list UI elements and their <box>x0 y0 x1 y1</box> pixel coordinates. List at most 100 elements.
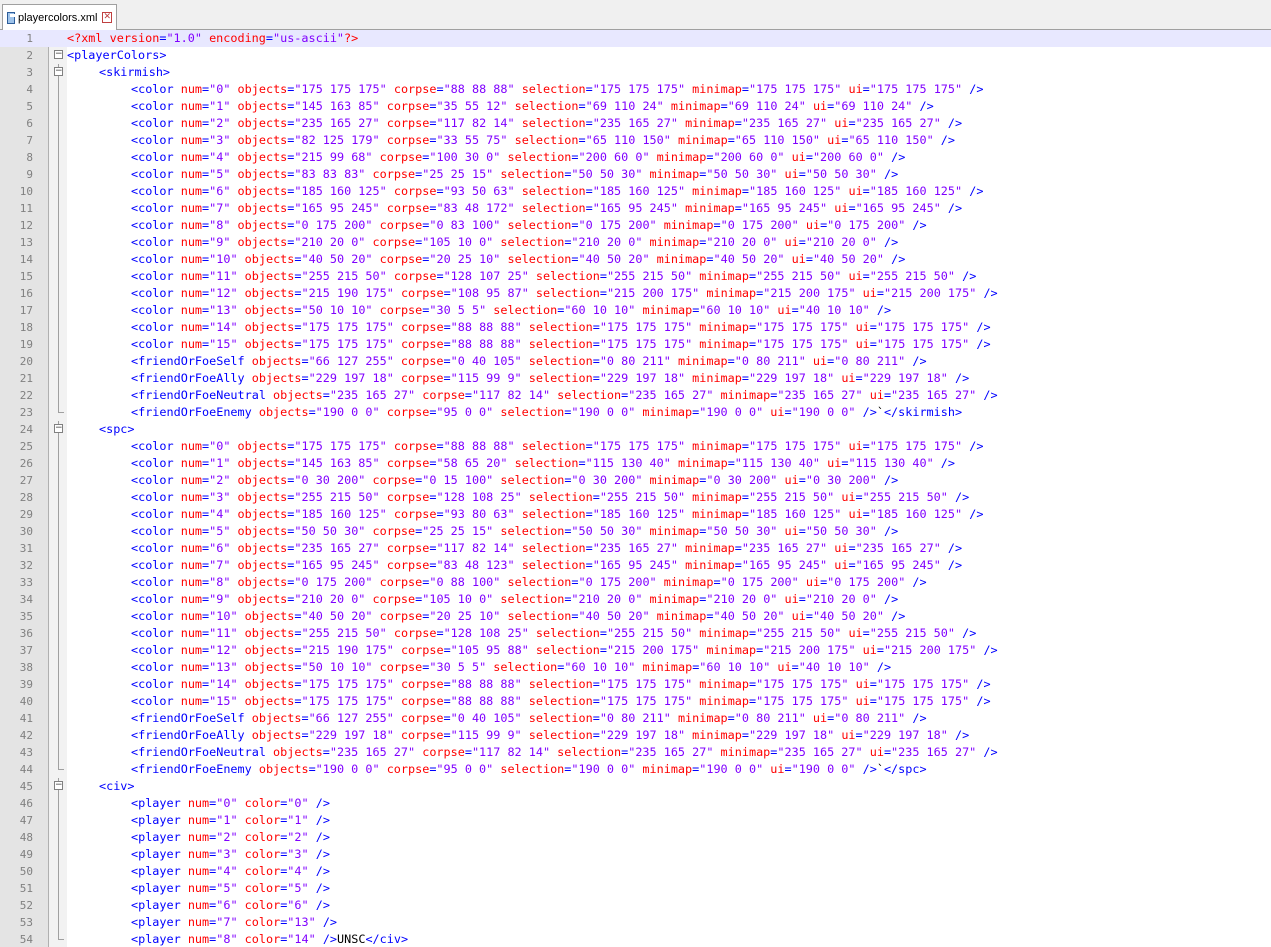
token: "6" <box>216 898 238 912</box>
code-line[interactable]: 21 <friendOrFoeAlly objects="229 197 18" … <box>0 370 1271 387</box>
code-line[interactable]: 44 <friendOrFoeEnemy objects="190 0 0" co… <box>0 761 1271 778</box>
code-line[interactable]: 13 <color num="9" objects="210 20 0" corp… <box>0 234 1271 251</box>
code-line[interactable]: 18 <color num="14" objects="175 175 175" … <box>0 319 1271 336</box>
code-line[interactable]: 5 <color num = "1" objects = "145 163 85" cor… <box>0 98 1271 115</box>
token: selection <box>507 133 579 147</box>
code-line[interactable]: 51 <player num="5" color="5" /> <box>0 880 1271 897</box>
token: corpse <box>379 201 430 215</box>
code-line[interactable]: 9 <color num="5" objects="83 83 83" corps… <box>0 166 1271 183</box>
code-line[interactable]: 4 <color num="0" objects="175 175 175" co… <box>0 81 1271 98</box>
code-line[interactable]: 41 <friendOrFoeSelf objects="66 127 255" … <box>0 710 1271 727</box>
token: "229 197 18" <box>748 371 835 385</box>
code-line[interactable]: 6 <color num="2" objects="235 165 27" cor… <box>0 115 1271 132</box>
code-line[interactable]: 34 <color num="9" objects="210 20 0" corp… <box>0 591 1271 608</box>
token: /> <box>315 932 338 946</box>
code-line[interactable]: 33 <color num="8" objects="0 175 200" cor… <box>0 574 1271 591</box>
token: = <box>436 626 444 640</box>
token: = <box>571 609 579 623</box>
code-line[interactable]: 35 <color num="10" objects="40 50 20" cor… <box>0 608 1271 625</box>
token: minimap <box>649 609 707 623</box>
token: minimap <box>670 711 728 725</box>
code-line[interactable]: 2 − <playerColors> <box>0 47 1271 64</box>
token: = <box>585 116 593 130</box>
code-line[interactable]: 48 <player num="2" color="2" /> <box>0 829 1271 846</box>
code-line[interactable]: 8 <color num = "4" objects = "215 99 68" corp… <box>0 149 1271 166</box>
file-tab[interactable]: playercolors.xml ✕ <box>2 4 117 30</box>
code-line[interactable]: 25 <color num="0" objects="175 175 175" c… <box>0 438 1271 455</box>
token: objects <box>230 99 288 113</box>
code-line[interactable]: 45 − <civ> <box>0 778 1271 795</box>
code-line[interactable]: 40 <color num="15" objects="175 175 175" … <box>0 693 1271 710</box>
code-line[interactable]: 14 <color num="10" objects="40 50 20" cor… <box>0 251 1271 268</box>
code-text: <color num="3" objects="255 215 50" corp… <box>131 489 969 506</box>
line-number: 31 <box>19 542 33 555</box>
token: = <box>443 643 451 657</box>
code-line[interactable]: 39 <color num="14" objects="175 175 175" … <box>0 676 1271 693</box>
fold-toggle-icon[interactable]: − <box>54 781 63 790</box>
code-line[interactable]: 42 <friendOrFoeAlly objects="229 197 18" … <box>0 727 1271 744</box>
code-text: <color num="6" objects="235 165 27" corp… <box>131 540 962 557</box>
code-line[interactable]: 36 <color num="11" objects="255 215 50" c… <box>0 625 1271 642</box>
code-line[interactable]: 28 <color num="3" objects="255 215 50" co… <box>0 489 1271 506</box>
token: num <box>180 150 203 164</box>
token: <color <box>131 269 181 283</box>
code-line[interactable]: 32 <color num="7" objects="165 95 245" co… <box>0 557 1271 574</box>
fold-toggle-icon[interactable]: − <box>54 424 63 433</box>
code-line[interactable]: 30 <color num="5" objects="50 50 30" corp… <box>0 523 1271 540</box>
code-line[interactable]: 38 <color num="13" objects="50 10 10" cor… <box>0 659 1271 676</box>
code-line[interactable]: 15 <color num="11" objects="255 215 50" c… <box>0 268 1271 285</box>
code-line[interactable]: 20 <friendOrFoeSelf objects="66 127 255" … <box>0 353 1271 370</box>
token: "115 130 40" <box>848 456 934 470</box>
token: <color <box>131 490 181 504</box>
code-line[interactable]: 53 <player num="7" color="13" /> <box>0 914 1271 931</box>
token: = <box>294 286 302 300</box>
code-editor[interactable]: 1 <?xml version = "1.0" encoding = "us-ascii"… <box>0 30 1271 947</box>
code-line[interactable]: 49 <player num="3" color="3" /> <box>0 846 1271 863</box>
fold-toggle-icon[interactable]: − <box>54 50 63 59</box>
token: ui <box>841 82 863 96</box>
token: <color <box>131 456 181 470</box>
line-number: 47 <box>19 814 33 827</box>
code-line[interactable]: 12 <color num="8" objects="0 175 200" cor… <box>0 217 1271 234</box>
close-icon[interactable]: ✕ <box>102 12 112 23</box>
code-text: <color num = "3" objects = "82 125 179" corp… <box>131 132 955 149</box>
code-line[interactable]: 43 <friendOrFoeNeutral objects="235 165 2… <box>0 744 1271 761</box>
code-line[interactable]: 50 <player num="4" color="4" /> <box>0 863 1271 880</box>
token: "255 215 50" <box>294 490 380 504</box>
line-number: 54 <box>19 933 33 946</box>
fold-toggle-icon[interactable]: − <box>54 67 63 76</box>
token: "105 95 88" <box>450 643 529 657</box>
token: ui <box>784 150 806 164</box>
code-line[interactable]: 52 <player num="6" color="6" /> <box>0 897 1271 914</box>
token: "13" <box>209 303 238 317</box>
code-line[interactable]: 37 <color num="12" objects="215 190 175" … <box>0 642 1271 659</box>
token: /> <box>940 558 963 572</box>
token: <color <box>131 201 181 215</box>
token: /> <box>308 813 330 827</box>
code-line[interactable]: 27 <color num="2" objects="0 30 200" corp… <box>0 472 1271 489</box>
code-line[interactable]: 23 <friendOrFoeEnemy objects="190 0 0" co… <box>0 404 1271 421</box>
fold-guide <box>58 642 59 659</box>
code-line[interactable]: 11 <color num="7" objects="165 95 245" co… <box>0 200 1271 217</box>
code-line[interactable]: 46 <player num="0" color="0" /> <box>0 795 1271 812</box>
token: "215 190 175" <box>301 286 394 300</box>
code-line[interactable]: 47 <player num="1" color="1" /> <box>0 812 1271 829</box>
code-line[interactable]: 1 <?xml version="1.0" encoding="us-ascii"… <box>0 30 1271 47</box>
token: <player <box>131 881 188 895</box>
code-line[interactable]: 29 <color num="4" objects="185 160 125" c… <box>0 506 1271 523</box>
code-text: <color num="12" objects="215 190 175" co… <box>131 285 998 302</box>
code-line[interactable]: 31 <color num="6" objects="235 165 27" co… <box>0 540 1271 557</box>
code-line[interactable]: 19 <color num="15" objects="175 175 175" … <box>0 336 1271 353</box>
code-line[interactable]: 26 <color num = "1" objects = "145 163 85" co… <box>0 455 1271 472</box>
code-line[interactable]: 10 <color num="6" objects="185 160 125" c… <box>0 183 1271 200</box>
code-area[interactable]: 1 <?xml version = "1.0" encoding = "us-ascii"… <box>0 30 1271 947</box>
code-line[interactable]: 22 <friendOrFoeNeutral objects="235 165 2… <box>0 387 1271 404</box>
code-line[interactable]: 24 − <spc> <box>0 421 1271 438</box>
code-line[interactable]: 7 <color num = "3" objects = "82 125 179" cor… <box>0 132 1271 149</box>
token: /> <box>883 150 906 164</box>
code-line[interactable]: 3 − <skirmish> <box>0 64 1271 81</box>
line-number: 51 <box>19 882 33 895</box>
code-line[interactable]: 54 <player num="8" color="14" />UNSC</civ… <box>0 931 1271 947</box>
code-line[interactable]: 17 <color num="13" objects="50 10 10" cor… <box>0 302 1271 319</box>
code-line[interactable]: 16 <color num="12" objects="215 190 175" … <box>0 285 1271 302</box>
